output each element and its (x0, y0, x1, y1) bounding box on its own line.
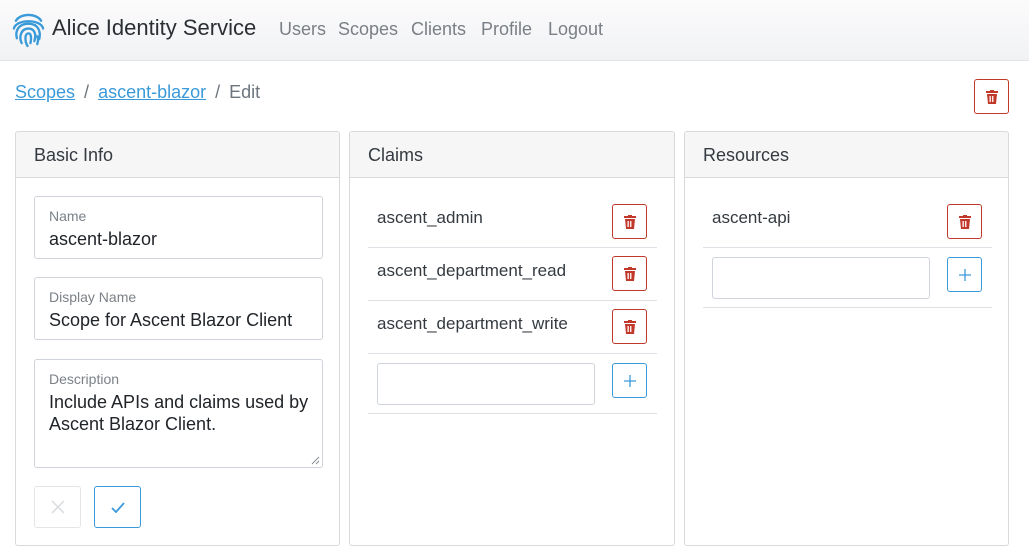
basic-info-card: Basic Info Name ascent-blazor Display Na… (15, 131, 340, 546)
description-value[interactable]: Include APIs and claims used by Ascent B… (49, 391, 312, 435)
delete-resource-button[interactable] (947, 204, 982, 239)
delete-claim-button[interactable] (612, 256, 647, 291)
delete-claim-button[interactable] (612, 309, 647, 344)
breadcrumb-scope[interactable]: ascent-blazor (98, 82, 206, 102)
plus-icon (958, 268, 971, 281)
resources-header: Resources (685, 132, 1008, 178)
add-claim-button[interactable] (612, 363, 647, 398)
breadcrumb-scopes[interactable]: Scopes (15, 82, 75, 102)
x-icon (50, 500, 65, 514)
new-resource-input[interactable] (712, 257, 930, 299)
basic-info-header: Basic Info (16, 132, 339, 178)
name-field[interactable]: Name ascent-blazor (34, 196, 323, 259)
nav-users[interactable]: Users (279, 19, 326, 40)
add-resource-row (703, 248, 992, 308)
nav-clients[interactable]: Clients (411, 19, 466, 40)
claim-row: ascent_admin (368, 194, 657, 248)
resize-handle-icon[interactable] (311, 456, 320, 465)
breadcrumb-separator: / (84, 82, 90, 102)
resources-card: Resources ascent-api (684, 131, 1009, 546)
trash-icon (623, 266, 636, 281)
claims-card: Claims ascent_admin ascent_department_re… (349, 131, 675, 546)
trash-icon (623, 214, 636, 229)
claim-name: ascent_admin (377, 208, 483, 227)
trash-icon (958, 214, 971, 229)
claim-name: ascent_department_write (377, 314, 568, 333)
trash-icon (623, 319, 636, 334)
resource-name: ascent-api (712, 208, 791, 227)
display-name-label: Display Name (49, 289, 137, 305)
save-button[interactable] (94, 486, 141, 528)
resource-row: ascent-api (703, 194, 992, 248)
breadcrumb-current: Edit (229, 82, 261, 102)
fingerprint-icon[interactable] (11, 11, 46, 48)
claims-header: Claims (350, 132, 674, 178)
claim-row: ascent_department_write (368, 301, 657, 354)
claim-row: ascent_department_read (368, 248, 657, 301)
delete-scope-button[interactable] (974, 79, 1009, 114)
nav-profile[interactable]: Profile (481, 19, 532, 40)
brand-title[interactable]: Alice Identity Service (52, 15, 256, 41)
add-resource-button[interactable] (947, 257, 982, 292)
check-icon (110, 501, 125, 513)
claim-name: ascent_department_read (377, 261, 567, 280)
description-label: Description (49, 371, 120, 387)
name-value[interactable]: ascent-blazor (49, 228, 312, 250)
new-claim-input[interactable] (377, 363, 595, 405)
description-field[interactable]: Description Include APIs and claims used… (34, 359, 323, 468)
navbar: Alice Identity Service Users Scopes Clie… (0, 0, 1029, 61)
cancel-button[interactable] (34, 486, 81, 528)
display-name-value[interactable]: Scope for Ascent Blazor Client (49, 309, 312, 331)
trash-icon (985, 89, 998, 104)
plus-icon (623, 374, 636, 387)
nav-scopes[interactable]: Scopes (338, 19, 398, 40)
add-claim-row (368, 354, 657, 414)
breadcrumb: Scopes / ascent-blazor / Edit (15, 82, 260, 103)
name-label: Name (49, 208, 87, 224)
nav-logout[interactable]: Logout (548, 19, 603, 40)
delete-claim-button[interactable] (612, 204, 647, 239)
breadcrumb-separator: / (215, 82, 221, 102)
display-name-field[interactable]: Display Name Scope for Ascent Blazor Cli… (34, 277, 323, 340)
